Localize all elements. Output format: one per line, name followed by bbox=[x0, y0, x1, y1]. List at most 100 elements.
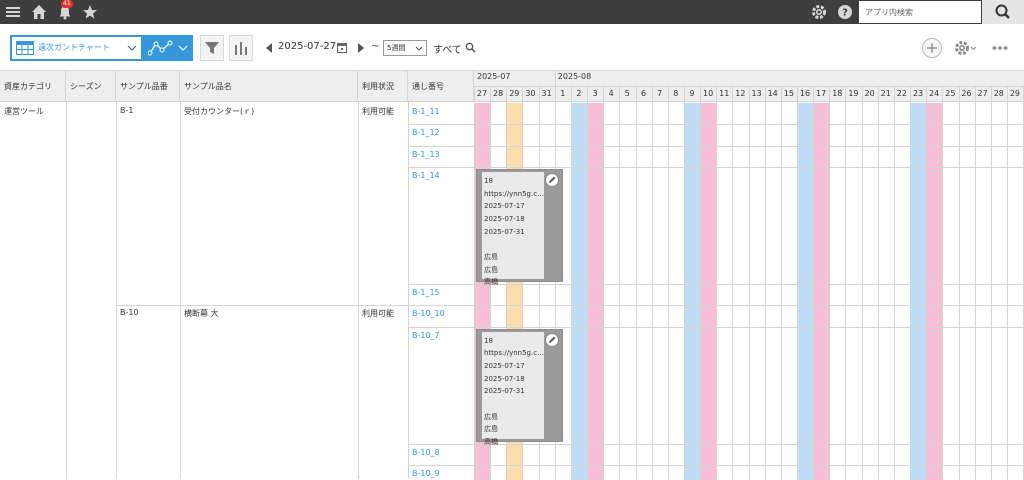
status-cell: 利用可能 bbox=[362, 309, 394, 319]
gantt-bar-line: 広島 bbox=[484, 425, 498, 434]
star-icon[interactable] bbox=[81, 3, 99, 21]
gantt-bar-line: 広島 bbox=[484, 412, 498, 421]
menu-icon[interactable] bbox=[4, 3, 22, 21]
toolbar: 週次ガントチャート 2025-07-27 ~ 5週間 すべて bbox=[0, 24, 1024, 70]
column-divider bbox=[180, 102, 181, 479]
gantt-bar-line: 高橋 bbox=[484, 438, 498, 446]
gantt-bar-line: 2025-07-31 bbox=[484, 387, 525, 396]
filter-all-link[interactable]: すべて bbox=[433, 41, 462, 56]
month-label: 2025-08 bbox=[557, 72, 592, 81]
filter-icon bbox=[204, 40, 220, 59]
help-icon[interactable]: ? bbox=[836, 3, 854, 21]
day-label: 29 bbox=[509, 89, 520, 98]
day-label: 20 bbox=[864, 89, 875, 98]
top-bar: 41 ? bbox=[0, 0, 1024, 24]
next-period-button[interactable] bbox=[356, 42, 366, 54]
chevron-down-icon bbox=[127, 43, 137, 56]
day-label: 27 bbox=[476, 89, 488, 98]
gantt-bar-details: 18 https://ynn5g.c… 2025-07-17 2025-07-18 20… bbox=[482, 331, 544, 446]
serial-number-link[interactable]: B-1_11 bbox=[412, 107, 440, 116]
category-cell: 運営ツール bbox=[4, 107, 44, 116]
product-no-cell: B-10 bbox=[120, 308, 139, 318]
edit-pencil-icon[interactable] bbox=[545, 172, 559, 187]
graph-button[interactable] bbox=[229, 35, 253, 61]
home-icon[interactable] bbox=[30, 3, 48, 21]
gantt-table: 資産カテゴリ シーズン サンプル品番 サンプル品名 利用状況 通し番号 2025… bbox=[0, 70, 1024, 480]
settings-gear-icon[interactable] bbox=[810, 3, 828, 21]
gantt-bar[interactable]: 18 https://ynn5g.c… 2025-07-17 2025-07-18 20… bbox=[476, 328, 563, 446]
gantt-bar-line: https://ynn5g.c… bbox=[484, 349, 544, 358]
serial-number-link[interactable]: B-10_9 bbox=[412, 469, 440, 478]
range-tilde: ~ bbox=[371, 41, 380, 52]
day-label: 13 bbox=[751, 89, 762, 98]
day-label: 28 bbox=[493, 89, 504, 98]
day-label: 23 bbox=[912, 89, 924, 98]
day-label: 27 bbox=[977, 89, 988, 98]
day-label: 8 bbox=[673, 89, 679, 98]
row-divider bbox=[408, 305, 1024, 307]
gantt-bar[interactable]: 18 https://ynn5g.c… 2025-07-17 2025-07-18 20… bbox=[476, 168, 563, 286]
serial-number-link[interactable]: B-10_10 bbox=[412, 309, 445, 318]
serial-number-link[interactable]: B-1_13 bbox=[412, 150, 440, 159]
chevron-down-icon bbox=[178, 43, 188, 56]
header-sample-product-name[interactable]: サンプル品名 bbox=[180, 70, 358, 102]
day-label: 29 bbox=[1009, 89, 1021, 98]
column-divider bbox=[408, 102, 409, 479]
month-label: 2025-07 bbox=[477, 72, 511, 81]
sunday-column-highlight bbox=[814, 103, 830, 480]
day-label: 15 bbox=[783, 89, 794, 98]
app-search-input[interactable] bbox=[859, 1, 977, 23]
gantt-bar-line: 18 bbox=[484, 336, 493, 345]
column-divider bbox=[66, 102, 67, 479]
serial-number-link[interactable]: B-10_7 bbox=[412, 331, 440, 340]
serial-number-link[interactable]: B-1_14 bbox=[412, 171, 440, 180]
calendar-icon[interactable] bbox=[337, 42, 347, 56]
column-divider bbox=[358, 102, 359, 479]
day-label: 25 bbox=[945, 89, 956, 98]
gantt-bar-line bbox=[484, 238, 544, 251]
table-view-icon bbox=[16, 41, 34, 58]
day-label: 3 bbox=[592, 89, 598, 98]
gantt-bar-line: 2025-07-17 bbox=[484, 361, 525, 370]
day-label: 7 bbox=[657, 89, 663, 98]
header-serial-number[interactable]: 通し番号 bbox=[408, 70, 474, 102]
more-options-icon[interactable] bbox=[992, 44, 1008, 54]
graph-view-button[interactable] bbox=[143, 35, 193, 61]
serial-number-link[interactable]: B-1_12 bbox=[412, 128, 440, 137]
month-divider bbox=[554, 70, 556, 86]
row-divider bbox=[408, 124, 1024, 126]
add-record-button[interactable] bbox=[922, 38, 942, 58]
serial-number-link[interactable]: B-1_15 bbox=[412, 288, 440, 297]
status-cell: 利用可能 bbox=[362, 107, 394, 116]
day-label: 31 bbox=[541, 89, 552, 98]
edit-pencil-icon[interactable] bbox=[545, 332, 559, 347]
header-season[interactable]: シーズン bbox=[66, 70, 116, 102]
sunday-column-highlight bbox=[927, 103, 943, 480]
day-label: 10 bbox=[703, 89, 714, 98]
saturday-column-highlight bbox=[684, 103, 700, 480]
day-label: 12 bbox=[735, 89, 746, 98]
filter-button[interactable] bbox=[200, 35, 224, 61]
gantt-bar-line: 広島 bbox=[484, 253, 498, 262]
app-settings-icon[interactable] bbox=[953, 39, 979, 60]
search-icon[interactable] bbox=[465, 42, 476, 56]
bar-chart-icon bbox=[234, 41, 248, 58]
chevron-down-icon bbox=[415, 44, 423, 58]
row-divider bbox=[408, 326, 1024, 328]
line-graph-icon bbox=[147, 40, 174, 59]
weeks-select[interactable]: 5週間 bbox=[383, 40, 427, 56]
previous-period-button[interactable] bbox=[264, 42, 274, 54]
gantt-bar-line: 2025-07-31 bbox=[484, 227, 525, 236]
header-usage-status[interactable]: 利用状況 bbox=[358, 70, 408, 102]
search-button[interactable] bbox=[982, 0, 1024, 24]
day-label: 26 bbox=[961, 89, 972, 98]
column-divider bbox=[116, 102, 117, 479]
view-select[interactable]: 週次ガントチャート bbox=[10, 35, 143, 61]
saturday-column-highlight bbox=[798, 103, 813, 480]
day-label: 21 bbox=[880, 89, 891, 98]
header-asset-category[interactable]: 資産カテゴリ bbox=[0, 70, 66, 102]
notification-badge: 41 bbox=[61, 0, 73, 8]
header-sample-product-no[interactable]: サンプル品番 bbox=[116, 70, 180, 102]
serial-number-link[interactable]: B-10_8 bbox=[412, 448, 440, 457]
group-divider bbox=[116, 305, 408, 307]
